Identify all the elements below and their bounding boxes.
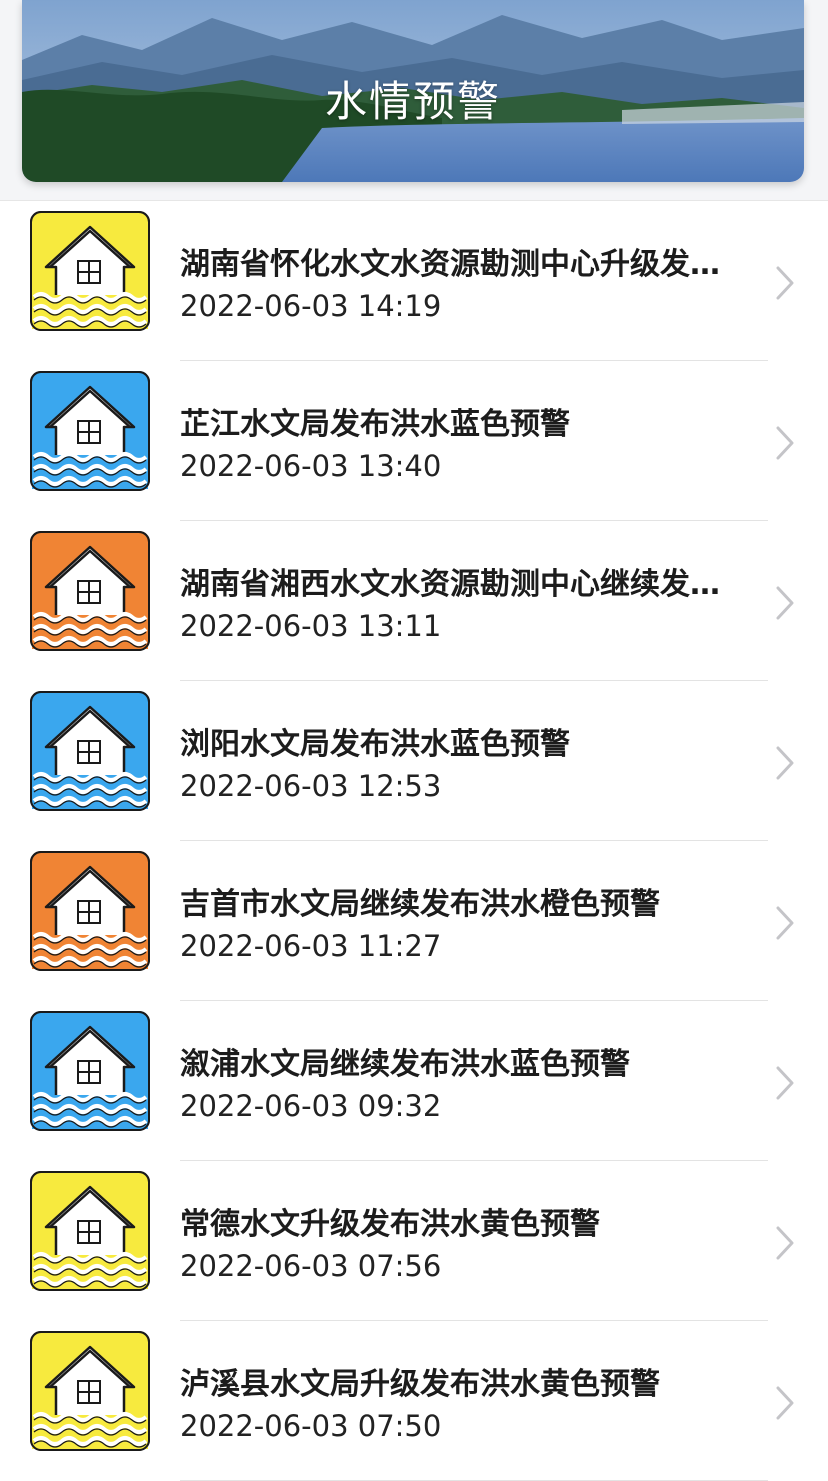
warning-title: 吉首市水文局继续发布洪水橙色预警	[180, 887, 660, 922]
chevron-right-icon	[776, 1066, 794, 1100]
page-title: 水情预警	[324, 77, 501, 126]
chevron-right-icon	[776, 1386, 794, 1420]
warning-title: 溆浦水文局继续发布洪水蓝色预警	[180, 1047, 630, 1082]
chevron-right-icon	[776, 906, 794, 940]
warning-list-item[interactable]: 吉首市水文局继续发布洪水橙色预警 2022-06-03 11:27	[0, 841, 828, 1001]
warning-time: 2022-06-03 07:50	[180, 1409, 442, 1443]
warning-list-item[interactable]: 湖南省湘西水文水资源勘测中心继续发布洪水橙色预警 2022-06-03 13:1…	[0, 521, 828, 681]
chevron-right-icon	[776, 266, 794, 300]
flooded-house-icon	[30, 531, 150, 651]
warning-time: 2022-06-03 13:11	[180, 609, 442, 643]
warning-time: 2022-06-03 12:53	[180, 769, 442, 803]
chevron-right-icon	[776, 586, 794, 620]
chevron-right-icon	[776, 746, 794, 780]
warning-time: 2022-06-03 14:19	[180, 289, 442, 323]
warning-title: 芷江水文局发布洪水蓝色预警	[180, 407, 570, 442]
banner-image: 水情预警	[22, 0, 804, 182]
warning-title: 湖南省湘西水文水资源勘测中心继续发布洪水橙色预警	[180, 567, 725, 602]
warning-list-item[interactable]: 芷江水文局发布洪水蓝色预警 2022-06-03 13:40	[0, 361, 828, 521]
flooded-house-icon	[30, 211, 150, 331]
flooded-house-icon	[30, 1171, 150, 1291]
warning-list-item[interactable]: 湖南省怀化水文水资源勘测中心升级发布洪水黄色预警 2022-06-03 14:1…	[0, 201, 828, 361]
chevron-right-icon	[776, 1226, 794, 1260]
warning-list-item[interactable]: 常德水文升级发布洪水黄色预警 2022-06-03 07:56	[0, 1161, 828, 1321]
warning-list-item[interactable]: 浏阳水文局发布洪水蓝色预警 2022-06-03 12:53	[0, 681, 828, 841]
warning-list-item[interactable]: 溆浦水文局继续发布洪水蓝色预警 2022-06-03 09:32	[0, 1001, 828, 1161]
chevron-right-icon	[776, 426, 794, 460]
flooded-house-icon	[30, 1011, 150, 1131]
warning-time: 2022-06-03 13:40	[180, 449, 442, 483]
flooded-house-icon	[30, 371, 150, 491]
flooded-house-icon	[30, 851, 150, 971]
warning-time: 2022-06-03 11:27	[180, 929, 442, 963]
warning-title: 湖南省怀化水文水资源勘测中心升级发布洪水黄色预警	[180, 247, 725, 282]
warning-time: 2022-06-03 07:56	[180, 1249, 442, 1283]
warning-list-item[interactable]: 泸溪县水文局升级发布洪水黄色预警 2022-06-03 07:50	[0, 1321, 828, 1481]
warning-list: 湖南省怀化水文水资源勘测中心升级发布洪水黄色预警 2022-06-03 14:1…	[0, 201, 828, 1481]
flooded-house-icon	[30, 1331, 150, 1451]
warning-time: 2022-06-03 09:32	[180, 1089, 442, 1123]
warning-title: 常德水文升级发布洪水黄色预警	[180, 1207, 600, 1242]
flooded-house-icon	[30, 691, 150, 811]
warning-title: 浏阳水文局发布洪水蓝色预警	[180, 727, 570, 762]
warning-title: 泸溪县水文局升级发布洪水黄色预警	[180, 1367, 660, 1402]
header: 水情预警	[0, 0, 828, 201]
